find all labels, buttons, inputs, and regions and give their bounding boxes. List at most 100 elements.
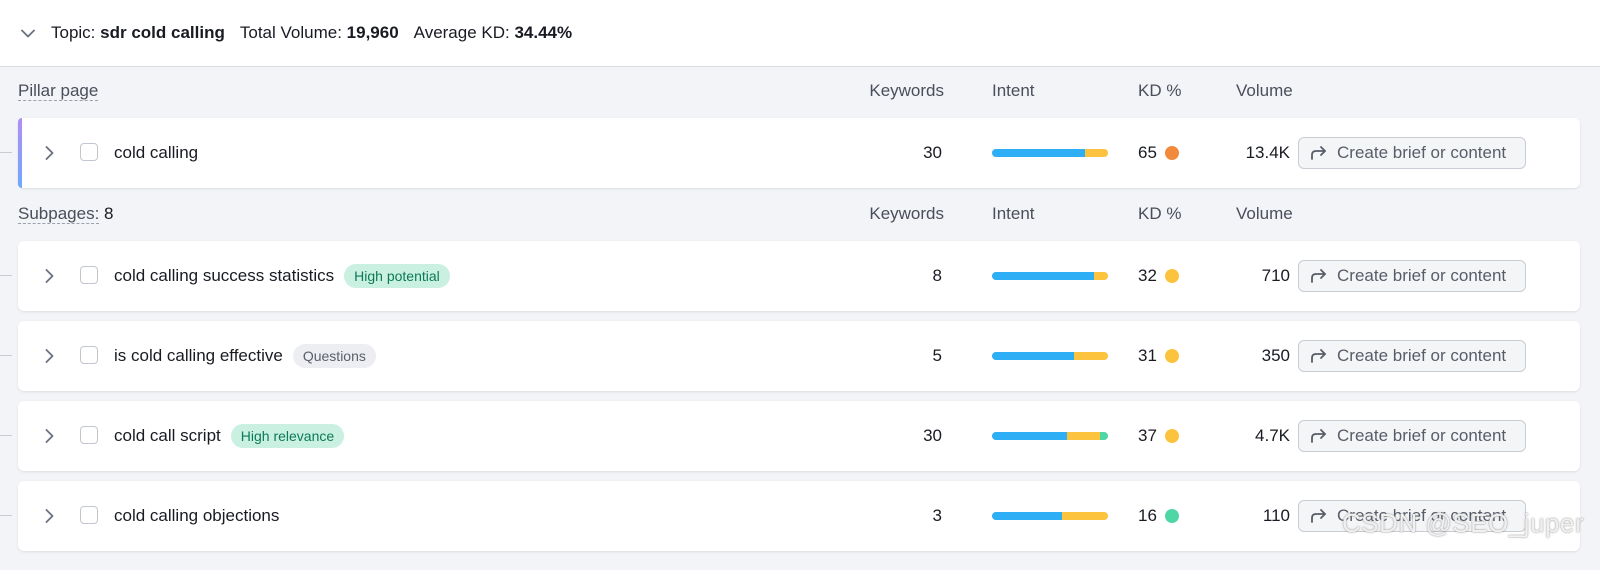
intent-segment	[1094, 272, 1108, 280]
row-name[interactable]: is cold calling effective	[114, 346, 283, 366]
row-kd: 65	[1138, 118, 1179, 188]
share-arrow-icon	[1309, 427, 1329, 445]
pillar-row[interactable]: cold calling 30 65 13.4K Create brief or…	[18, 118, 1580, 188]
share-arrow-icon	[1309, 267, 1329, 285]
topic-header: Topic: sdr cold calling Total Volume: 19…	[0, 0, 1600, 67]
subpages-count: 8	[104, 204, 114, 223]
kd-dot-icon	[1164, 269, 1179, 283]
kd-dot-icon	[1164, 349, 1179, 363]
row-checkbox[interactable]	[80, 266, 98, 284]
watermark: CSDN @SEO_juper	[1342, 508, 1584, 538]
row-kd: 37	[1138, 401, 1179, 471]
chevron-right-icon[interactable]	[40, 507, 58, 525]
subpage-row[interactable]: cold call script High relevance 30 37 4.7…	[18, 401, 1580, 471]
tree-connector	[0, 355, 12, 356]
intent-segment	[992, 432, 1068, 440]
row-keywords: 8	[932, 266, 942, 285]
column-kd: KD %	[1138, 204, 1182, 223]
share-arrow-icon	[1309, 347, 1329, 365]
row-keywords: 3	[932, 506, 942, 525]
kd-value: 16	[1138, 506, 1157, 525]
row-volume: 350	[1261, 346, 1290, 365]
kd-dot-icon	[1164, 429, 1179, 443]
row-checkbox[interactable]	[80, 346, 98, 364]
column-keywords: Keywords	[869, 204, 944, 223]
chevron-right-icon[interactable]	[40, 144, 58, 162]
row-checkbox[interactable]	[80, 506, 98, 524]
tree-connector	[0, 435, 12, 436]
row-badge: High potential	[344, 264, 450, 288]
row-keywords: 30	[923, 143, 942, 162]
row-volume: 710	[1261, 266, 1290, 285]
row-kd: 16	[1138, 481, 1179, 551]
intent-bar	[992, 352, 1108, 360]
row-kd: 32	[1138, 241, 1179, 311]
subpage-row[interactable]: cold calling success statistics High pote…	[18, 241, 1580, 311]
intent-segment	[992, 352, 1075, 360]
kd-dot-icon	[1164, 146, 1179, 160]
tree-connector	[0, 275, 12, 276]
row-kd: 31	[1138, 321, 1179, 391]
row-badge: High relevance	[230, 424, 345, 448]
intent-segment	[1061, 512, 1108, 520]
create-brief-label: Create brief or content	[1337, 346, 1507, 365]
intent-segment	[992, 149, 1085, 157]
column-volume: Volume	[1236, 204, 1293, 223]
kd-value: 65	[1138, 143, 1157, 162]
row-name[interactable]: cold calling objections	[114, 506, 279, 526]
topic-value: sdr cold calling	[100, 23, 225, 42]
column-intent: Intent	[992, 204, 1035, 223]
intent-segment	[1084, 149, 1108, 157]
row-volume: 13.4K	[1245, 143, 1290, 162]
column-kd: KD %	[1138, 81, 1182, 100]
row-volume: 4.7K	[1255, 426, 1290, 445]
total-volume-label: Total Volume:	[239, 23, 342, 42]
row-name[interactable]: cold call script	[114, 426, 221, 446]
average-kd-value: 34.44%	[514, 23, 573, 42]
kd-value: 31	[1138, 346, 1157, 365]
share-arrow-icon	[1309, 144, 1329, 162]
create-brief-label: Create brief or content	[1337, 426, 1507, 445]
create-brief-button[interactable]: Create brief or content	[1298, 260, 1526, 292]
intent-segment	[992, 512, 1062, 520]
topic-label: Topic:	[51, 23, 96, 42]
intent-bar	[992, 512, 1108, 520]
intent-bar	[992, 432, 1108, 440]
column-keywords: Keywords	[869, 81, 944, 100]
row-checkbox[interactable]	[80, 426, 98, 444]
row-keywords: 30	[923, 426, 942, 445]
kd-dot-icon	[1164, 509, 1179, 523]
chevron-right-icon[interactable]	[40, 427, 58, 445]
share-arrow-icon	[1309, 507, 1329, 525]
create-brief-button[interactable]: Create brief or content	[1298, 137, 1526, 169]
row-name[interactable]: cold calling success statistics	[114, 266, 334, 286]
total-volume-value: 19,960	[346, 23, 399, 42]
chevron-right-icon[interactable]	[40, 267, 58, 285]
pillar-page-title[interactable]: Pillar page	[18, 81, 99, 101]
chevron-down-icon[interactable]	[19, 24, 37, 42]
column-volume: Volume	[1236, 81, 1293, 100]
row-keywords: 5	[932, 346, 942, 365]
create-brief-label: Create brief or content	[1337, 143, 1507, 162]
subpage-row[interactable]: is cold calling effective Questions 5 31 …	[18, 321, 1580, 391]
intent-bar	[992, 272, 1108, 280]
tree-connector	[0, 152, 12, 153]
intent-bar	[992, 149, 1108, 157]
intent-segment	[992, 272, 1095, 280]
row-volume: 110	[1262, 506, 1290, 525]
kd-value: 32	[1138, 266, 1157, 285]
row-badge: Questions	[292, 344, 376, 368]
pillar-section-header: Pillar page Keywords Intent KD % Volume	[0, 81, 1600, 103]
intent-segment	[1099, 432, 1108, 440]
create-brief-button[interactable]: Create brief or content	[1298, 420, 1526, 452]
row-checkbox[interactable]	[80, 143, 98, 161]
create-brief-label: Create brief or content	[1337, 266, 1507, 285]
create-brief-button[interactable]: Create brief or content	[1298, 340, 1526, 372]
intent-segment	[1074, 352, 1108, 360]
column-intent: Intent	[992, 81, 1035, 100]
row-name[interactable]: cold calling	[114, 143, 198, 163]
subpages-section-header: Subpages: 8 Keywords Intent KD % Volume	[0, 204, 1600, 226]
tree-connector	[0, 515, 12, 516]
chevron-right-icon[interactable]	[40, 347, 58, 365]
subpages-title[interactable]: Subpages:	[18, 204, 100, 224]
